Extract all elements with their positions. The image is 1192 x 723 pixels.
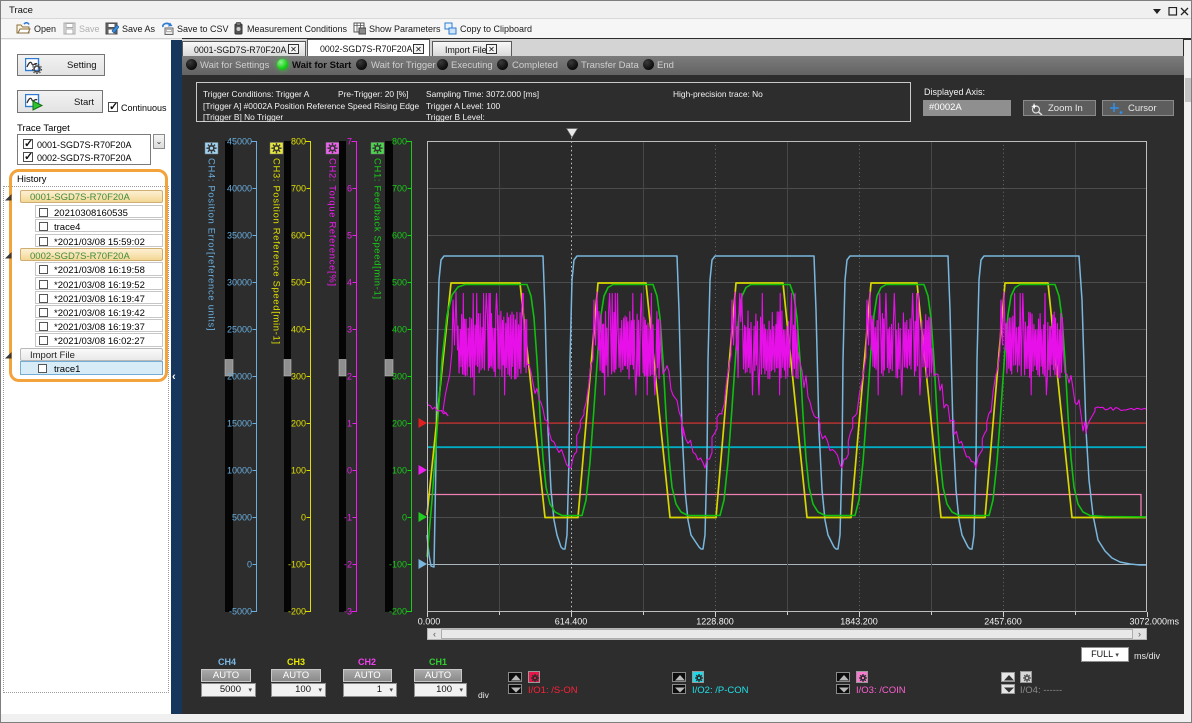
svg-text:300: 300: [291, 372, 306, 382]
svg-text:20000: 20000: [227, 372, 252, 382]
svg-text:700: 700: [392, 184, 407, 194]
svg-text:100: 100: [392, 466, 407, 476]
svg-text:600: 600: [392, 231, 407, 241]
svg-text:800: 800: [291, 137, 306, 147]
svg-text:-5000: -5000: [229, 607, 252, 617]
svg-text:0: 0: [402, 513, 407, 523]
svg-text:CH1: Feedback Speed[min-1]: CH1: Feedback Speed[min-1]: [373, 158, 384, 300]
svg-text:500: 500: [291, 278, 306, 288]
svg-text:1: 1: [347, 419, 352, 429]
svg-text:30000: 30000: [227, 278, 252, 288]
svg-text:7: 7: [347, 137, 352, 147]
svg-text:45000: 45000: [227, 137, 252, 147]
svg-text:CH4: Position Error[reference: CH4: Position Error[reference units]: [207, 158, 218, 331]
svg-text:-3: -3: [344, 607, 352, 617]
svg-text:5: 5: [347, 231, 352, 241]
svg-text:-200: -200: [288, 607, 306, 617]
svg-text:10000: 10000: [227, 466, 252, 476]
svg-text:800: 800: [392, 137, 407, 147]
svg-text:4: 4: [347, 278, 352, 288]
svg-text:1843.200: 1843.200: [840, 617, 878, 627]
svg-text:-200: -200: [389, 607, 407, 617]
svg-text:200: 200: [291, 419, 306, 429]
svg-text:0: 0: [301, 513, 306, 523]
svg-text:600: 600: [291, 231, 306, 241]
svg-text:-100: -100: [389, 560, 407, 570]
svg-text:400: 400: [392, 325, 407, 335]
svg-text:35000: 35000: [227, 231, 252, 241]
svg-text:614.400: 614.400: [555, 617, 588, 627]
svg-text:2457.600: 2457.600: [984, 617, 1022, 627]
svg-text:3: 3: [347, 325, 352, 335]
svg-text:5000: 5000: [232, 513, 252, 523]
svg-text:300: 300: [392, 372, 407, 382]
svg-text:40000: 40000: [227, 184, 252, 194]
svg-text:6: 6: [347, 184, 352, 194]
svg-text:100: 100: [291, 466, 306, 476]
svg-text:500: 500: [392, 278, 407, 288]
svg-text:CH3: Position Reference Speed[: CH3: Position Reference Speed[min-1]: [272, 158, 283, 345]
svg-text:-1: -1: [344, 513, 352, 523]
svg-text:25000: 25000: [227, 325, 252, 335]
svg-text:700: 700: [291, 184, 306, 194]
svg-text:15000: 15000: [227, 419, 252, 429]
svg-text:0: 0: [247, 560, 252, 570]
svg-text:1228.800: 1228.800: [696, 617, 734, 627]
svg-text:2: 2: [347, 372, 352, 382]
svg-text:CH2: Torque Reference[%]: CH2: Torque Reference[%]: [328, 158, 339, 287]
svg-text:-100: -100: [288, 560, 306, 570]
svg-text:0: 0: [347, 466, 352, 476]
svg-text:200: 200: [392, 419, 407, 429]
svg-text:400: 400: [291, 325, 306, 335]
svg-text:-2: -2: [344, 560, 352, 570]
svg-text:0.000: 0.000: [418, 617, 441, 627]
svg-text:3072.000ms: 3072.000ms: [1130, 617, 1180, 627]
